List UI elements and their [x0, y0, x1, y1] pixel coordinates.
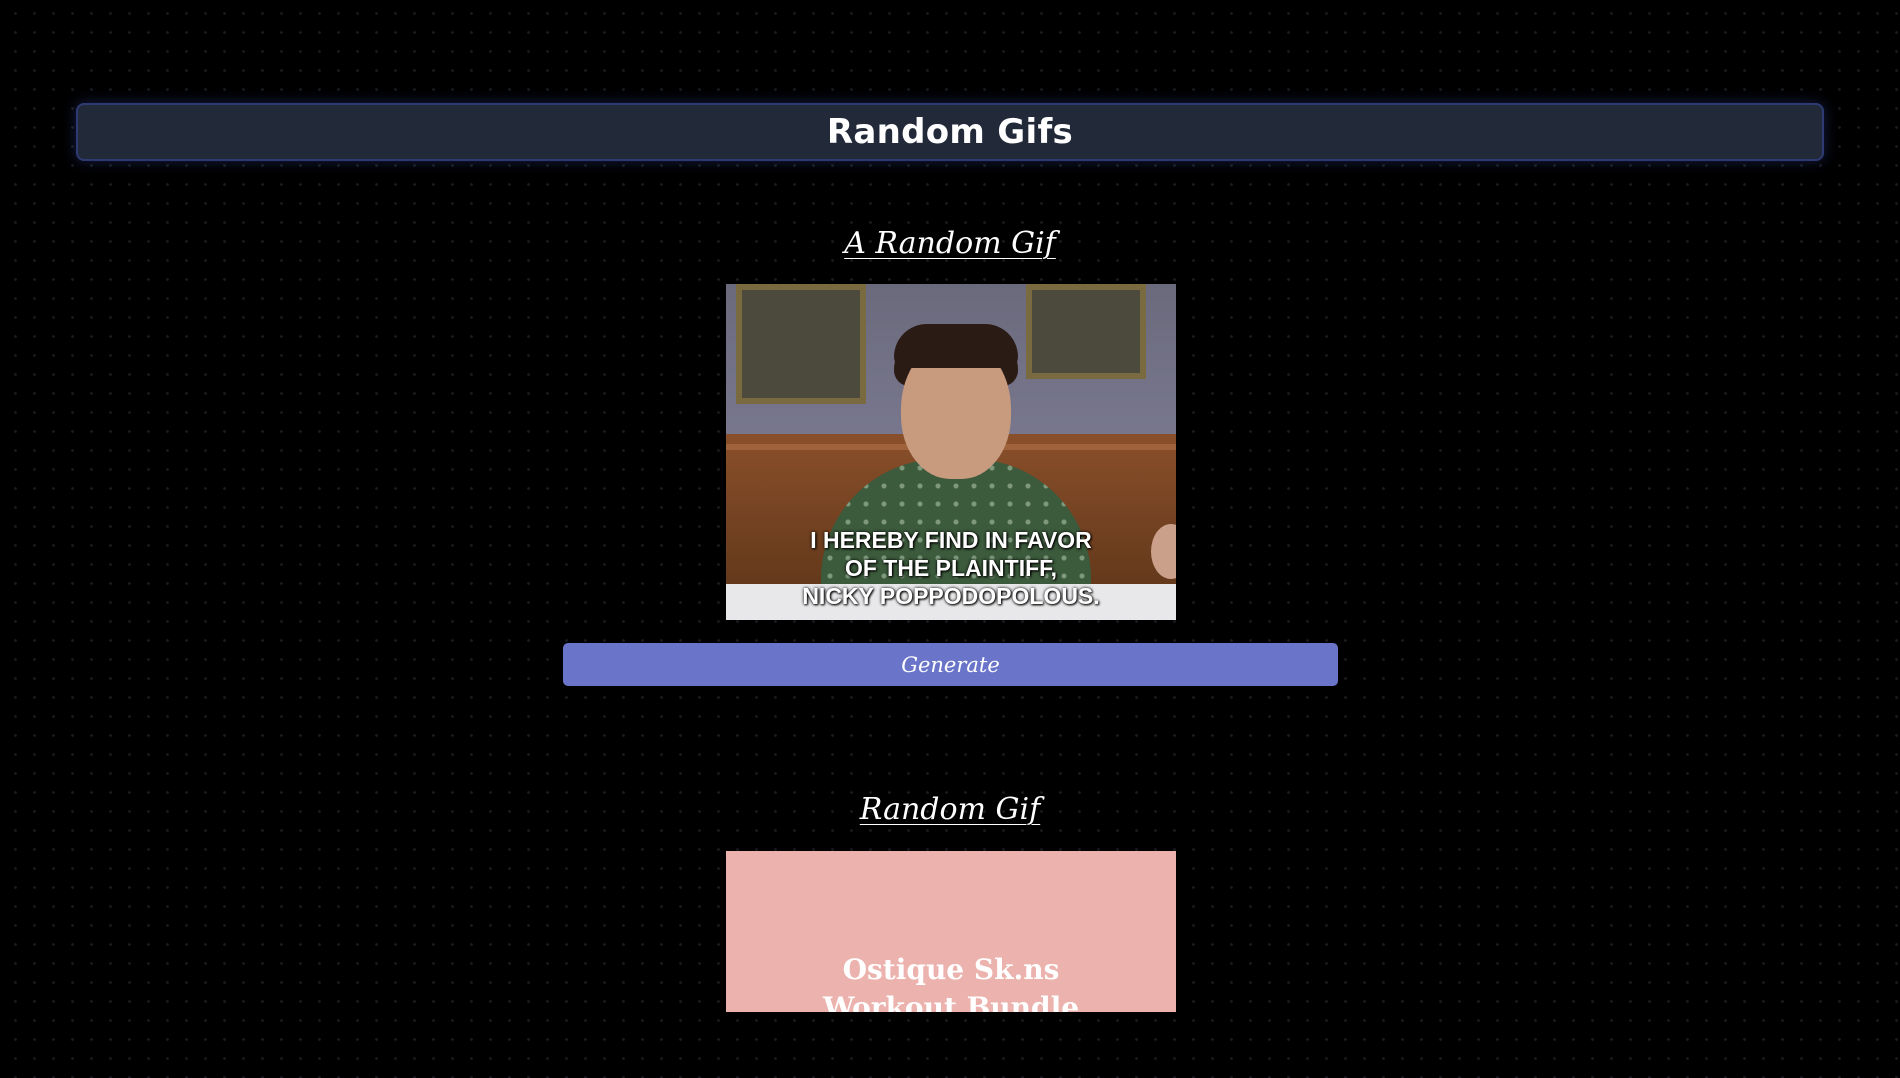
gif-scene-person-fringe	[894, 324, 1018, 368]
page-header: Random Gifs	[76, 103, 1824, 161]
gif-caption-line: I HEREBY FIND IN FAVOR	[810, 527, 1092, 553]
gif-scene-picture-frame	[1026, 284, 1146, 379]
generate-button[interactable]: Generate	[563, 643, 1338, 686]
random-gif-section-title: A Random Gif	[844, 226, 1056, 261]
gif-caption-line: Workout Bundle	[822, 991, 1080, 1012]
gif-caption-line: OF THE PLAINTIFF,	[844, 555, 1058, 581]
random-gif-image: Ostique Sk.ns Workout Bundle	[726, 851, 1176, 1012]
random-gif-image: I HEREBY FIND IN FAVOR OF THE PLAINTIFF,…	[726, 284, 1176, 620]
gif-caption: I HEREBY FIND IN FAVOR OF THE PLAINTIFF,…	[726, 526, 1176, 610]
gif-caption-line: Ostique Sk.ns	[842, 953, 1060, 986]
gif-scene-picture-frame	[736, 284, 866, 404]
gif-caption: Ostique Sk.ns Workout Bundle	[726, 951, 1176, 1012]
page-title: Random Gifs	[826, 112, 1074, 152]
gif-caption-line: NICKY POPPODOPOLOUS.	[802, 583, 1100, 609]
random-gif-section-title: Random Gif	[859, 792, 1041, 827]
